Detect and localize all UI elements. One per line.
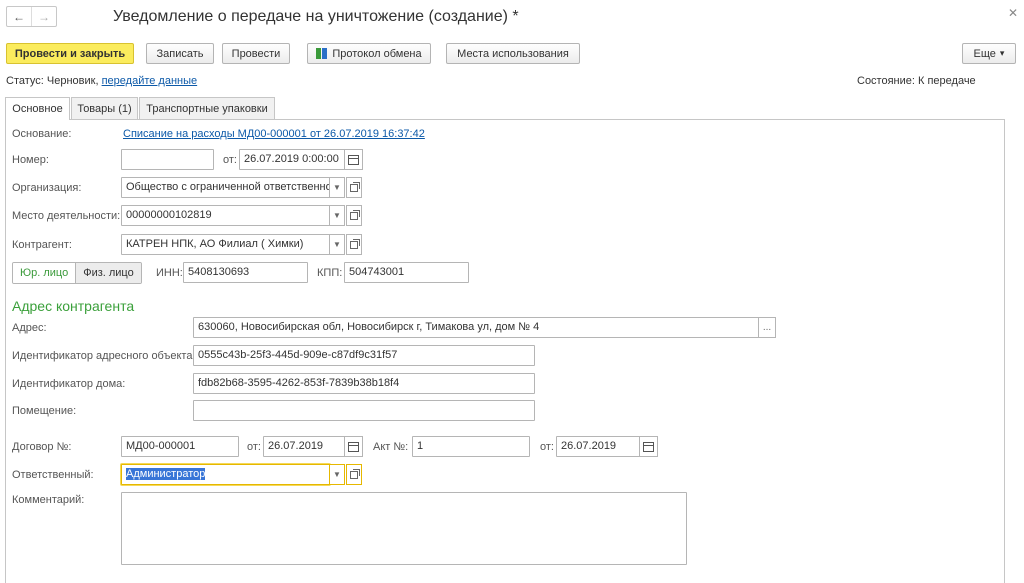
state-label: Состояние: К передаче bbox=[857, 75, 976, 87]
usage-places-button[interactable]: Места использования bbox=[446, 43, 580, 64]
exchange-icon bbox=[316, 48, 328, 59]
open-icon bbox=[350, 238, 360, 249]
responsible-dropdown[interactable]: ▼ bbox=[329, 464, 345, 485]
status-value: Черновик, bbox=[46, 75, 99, 87]
status-line: Статус: Черновик, передайте данные bbox=[6, 75, 197, 87]
act-calendar-button[interactable] bbox=[639, 436, 658, 457]
exchange-protocol-button[interactable]: Протокол обмена bbox=[307, 43, 431, 64]
post-button[interactable]: Провести bbox=[222, 43, 290, 64]
address-object-id-label: Идентификатор адресного объекта: bbox=[12, 350, 196, 362]
act-date-from-label: от: bbox=[540, 441, 554, 453]
house-id-label: Идентификатор дома: bbox=[12, 378, 126, 390]
tab-transport-packages[interactable]: Транспортные упаковки bbox=[139, 97, 275, 119]
contract-label: Договор №: bbox=[12, 441, 72, 453]
open-icon bbox=[350, 181, 360, 192]
exchange-protocol-label: Протокол обмена bbox=[332, 47, 422, 60]
responsible-field[interactable]: Администратор bbox=[121, 464, 330, 485]
forward-button[interactable]: → bbox=[31, 7, 56, 26]
contractor-open-button[interactable] bbox=[346, 234, 362, 255]
house-id-field[interactable]: fdb82b68-3595-4262-853f-7839b38b18f4 bbox=[193, 373, 535, 394]
open-icon bbox=[350, 468, 360, 479]
save-button[interactable]: Записать bbox=[146, 43, 214, 64]
back-button[interactable]: ← bbox=[7, 7, 31, 26]
comment-field[interactable] bbox=[121, 492, 687, 565]
basis-link[interactable]: Списание на расходы МД00-000001 от 26.07… bbox=[123, 128, 425, 140]
chevron-down-icon: ▾ bbox=[999, 48, 1005, 58]
act-label: Акт №: bbox=[373, 441, 409, 453]
act-date-field[interactable]: 26.07.2019 bbox=[556, 436, 640, 457]
date-from-label: от: bbox=[223, 154, 237, 166]
open-icon bbox=[350, 209, 360, 220]
history-nav: ← → bbox=[6, 6, 57, 27]
comment-label: Комментарий: bbox=[12, 494, 85, 506]
calendar-icon bbox=[348, 154, 359, 165]
responsible-open-button[interactable] bbox=[346, 464, 362, 485]
address-section-title: Адрес контрагента bbox=[12, 298, 135, 314]
post-and-close-button[interactable]: Провести и закрыть bbox=[6, 43, 134, 64]
number-label: Номер: bbox=[12, 154, 49, 166]
place-open-button[interactable] bbox=[346, 205, 362, 226]
room-field[interactable] bbox=[193, 400, 535, 421]
more-label: Еще bbox=[973, 47, 996, 60]
date-field[interactable]: 26.07.2019 0:00:00 bbox=[239, 149, 345, 170]
organization-open-button[interactable] bbox=[346, 177, 362, 198]
responsible-value: Администратор bbox=[126, 468, 206, 480]
tab-goods[interactable]: Товары (1) bbox=[71, 97, 138, 119]
chevron-down-icon: ▼ bbox=[333, 211, 341, 220]
kpp-field[interactable]: 504743001 bbox=[344, 262, 469, 283]
place-label: Место деятельности: bbox=[12, 210, 121, 222]
address-field[interactable]: 630060, Новосибирская обл, Новосибирск г… bbox=[193, 317, 759, 338]
individual-option[interactable]: Физ. лицо bbox=[76, 263, 141, 283]
inn-field[interactable]: 5408130693 bbox=[183, 262, 308, 283]
legal-entity-option[interactable]: Юр. лицо bbox=[13, 263, 77, 283]
responsible-label: Ответственный: bbox=[12, 469, 94, 481]
organization-field[interactable]: Общество с ограниченной ответственно bbox=[121, 177, 330, 198]
send-data-link[interactable]: передайте данные bbox=[102, 75, 198, 87]
contract-date-from-label: от: bbox=[247, 441, 261, 453]
contractor-label: Контрагент: bbox=[12, 239, 72, 251]
address-object-id-field[interactable]: 0555c43b-25f3-445d-909e-c87df9c31f57 bbox=[193, 345, 535, 366]
contractor-dropdown[interactable]: ▼ bbox=[329, 234, 345, 255]
chevron-down-icon: ▼ bbox=[333, 183, 341, 192]
arrow-right-icon: → bbox=[38, 9, 50, 24]
contract-calendar-button[interactable] bbox=[344, 436, 363, 457]
more-button[interactable]: Еще ▾ bbox=[962, 43, 1016, 64]
page-title: Уведомление о передаче на уничтожение (с… bbox=[113, 8, 519, 25]
contract-number-field[interactable]: МД00-000001 bbox=[121, 436, 239, 457]
close-icon[interactable]: ✕ bbox=[1008, 6, 1018, 20]
tab-main[interactable]: Основное bbox=[5, 97, 70, 120]
organization-dropdown[interactable]: ▼ bbox=[329, 177, 345, 198]
room-label: Помещение: bbox=[12, 405, 77, 417]
contract-date-field[interactable]: 26.07.2019 bbox=[263, 436, 345, 457]
calendar-icon bbox=[643, 441, 654, 452]
entity-type-toggle: Юр. лицо Физ. лицо bbox=[12, 262, 142, 284]
calendar-icon bbox=[348, 441, 359, 452]
kpp-label: КПП: bbox=[317, 267, 343, 279]
number-field[interactable] bbox=[121, 149, 214, 170]
act-number-field[interactable]: 1 bbox=[412, 436, 530, 457]
arrow-left-icon: ← bbox=[13, 9, 25, 24]
organization-label: Организация: bbox=[12, 182, 82, 194]
address-label: Адрес: bbox=[12, 322, 47, 334]
calendar-button[interactable] bbox=[344, 149, 363, 170]
inn-label: ИНН: bbox=[156, 267, 183, 279]
place-dropdown[interactable]: ▼ bbox=[329, 205, 345, 226]
place-field[interactable]: 00000000102819 bbox=[121, 205, 330, 226]
contractor-field[interactable]: КАТРЕН НПК, АО Филиал ( Химки) bbox=[121, 234, 330, 255]
basis-label: Основание: bbox=[12, 128, 72, 140]
chevron-down-icon: ▼ bbox=[333, 470, 341, 479]
chevron-down-icon: ▼ bbox=[333, 240, 341, 249]
status-label: Статус: bbox=[6, 75, 44, 87]
address-select-button[interactable]: ... bbox=[758, 317, 776, 338]
